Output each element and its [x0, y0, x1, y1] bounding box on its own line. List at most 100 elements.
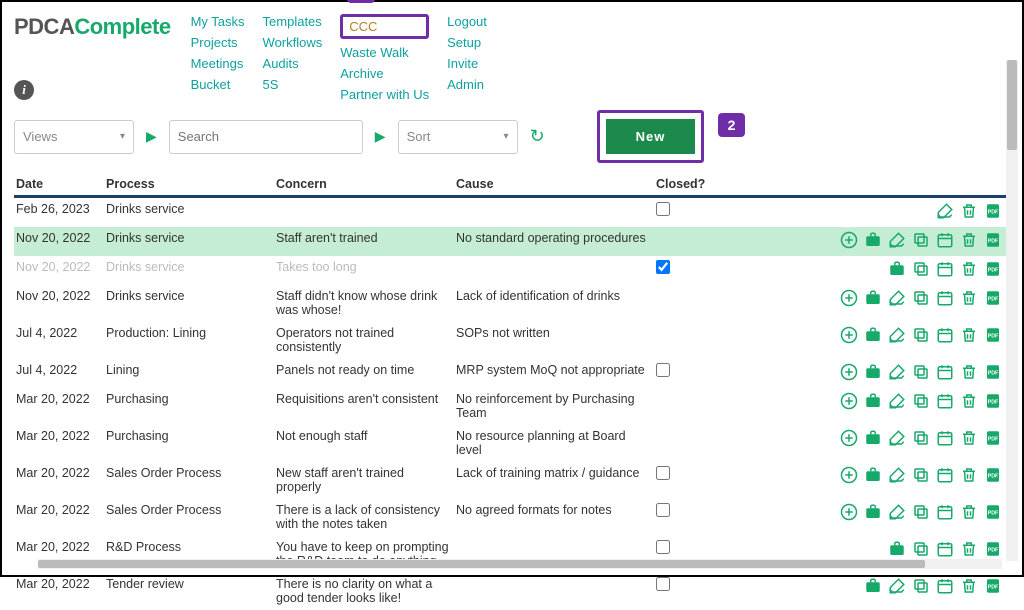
edit-icon[interactable] — [886, 466, 906, 486]
closed-checkbox[interactable] — [656, 363, 670, 377]
pdf-icon[interactable] — [982, 363, 1002, 383]
nav-ccc[interactable]: CCC 1 — [340, 14, 429, 39]
pdf-icon[interactable] — [982, 429, 1002, 449]
nav-audits[interactable]: Audits — [263, 56, 323, 71]
copy-icon[interactable] — [910, 577, 930, 597]
copy-icon[interactable] — [910, 540, 930, 560]
pdf-icon[interactable] — [982, 289, 1002, 309]
sort-select[interactable]: Sort▾ — [398, 120, 518, 154]
nav-waste-walk[interactable]: Waste Walk — [340, 45, 429, 60]
trash-icon[interactable] — [958, 466, 978, 486]
cal-icon[interactable] — [934, 326, 954, 346]
case-icon[interactable] — [862, 503, 882, 523]
nav-my-tasks[interactable]: My Tasks — [191, 14, 245, 29]
nav-bucket[interactable]: Bucket — [191, 77, 245, 92]
cal-icon[interactable] — [934, 260, 954, 280]
nav-invite[interactable]: Invite — [447, 56, 487, 71]
plus-icon[interactable] — [838, 392, 858, 412]
closed-checkbox[interactable] — [656, 503, 670, 517]
vertical-scrollbar[interactable] — [1006, 60, 1018, 561]
case-icon[interactable] — [862, 363, 882, 383]
search-input[interactable] — [169, 120, 363, 154]
info-icon[interactable]: i — [14, 80, 34, 100]
trash-icon[interactable] — [958, 540, 978, 560]
plus-icon[interactable] — [838, 363, 858, 383]
copy-icon[interactable] — [910, 503, 930, 523]
cal-icon[interactable] — [934, 466, 954, 486]
copy-icon[interactable] — [910, 289, 930, 309]
cal-icon[interactable] — [934, 289, 954, 309]
nav-5s[interactable]: 5S — [263, 77, 323, 92]
trash-icon[interactable] — [958, 503, 978, 523]
nav-meetings[interactable]: Meetings — [191, 56, 245, 71]
plus-icon[interactable] — [838, 326, 858, 346]
pdf-icon[interactable] — [982, 202, 1002, 222]
cal-icon[interactable] — [934, 429, 954, 449]
copy-icon[interactable] — [910, 231, 930, 251]
copy-icon[interactable] — [910, 363, 930, 383]
plus-icon[interactable] — [838, 231, 858, 251]
case-icon[interactable] — [862, 326, 882, 346]
closed-checkbox[interactable] — [656, 260, 670, 274]
pdf-icon[interactable] — [982, 326, 1002, 346]
pdf-icon[interactable] — [982, 260, 1002, 280]
case-icon[interactable] — [862, 289, 882, 309]
nav-setup[interactable]: Setup — [447, 35, 487, 50]
pdf-icon[interactable] — [982, 503, 1002, 523]
play-icon[interactable]: ▶ — [146, 128, 157, 145]
closed-checkbox[interactable] — [656, 577, 670, 591]
edit-icon[interactable] — [886, 289, 906, 309]
header-process[interactable]: Process — [104, 173, 274, 197]
header-concern[interactable]: Concern — [274, 173, 454, 197]
case-icon[interactable] — [862, 429, 882, 449]
edit-icon[interactable] — [886, 392, 906, 412]
copy-icon[interactable] — [910, 466, 930, 486]
nav-admin[interactable]: Admin — [447, 77, 487, 92]
nav-templates[interactable]: Templates — [263, 14, 323, 29]
trash-icon[interactable] — [958, 260, 978, 280]
refresh-icon[interactable]: ↻ — [530, 126, 545, 147]
closed-checkbox[interactable] — [656, 202, 670, 216]
cal-icon[interactable] — [934, 392, 954, 412]
header-closed[interactable]: Closed? — [654, 173, 707, 197]
cal-icon[interactable] — [934, 231, 954, 251]
copy-icon[interactable] — [910, 260, 930, 280]
case-icon[interactable] — [862, 577, 882, 597]
closed-checkbox[interactable] — [656, 466, 670, 480]
horizontal-scrollbar[interactable] — [38, 559, 1002, 569]
trash-icon[interactable] — [958, 202, 978, 222]
new-button[interactable]: New — [606, 119, 696, 154]
edit-icon[interactable] — [934, 202, 954, 222]
header-cause[interactable]: Cause — [454, 173, 654, 197]
trash-icon[interactable] — [958, 392, 978, 412]
closed-checkbox[interactable] — [656, 540, 670, 554]
nav-logout[interactable]: Logout — [447, 14, 487, 29]
case-icon[interactable] — [862, 231, 882, 251]
plus-icon[interactable] — [838, 289, 858, 309]
pdf-icon[interactable] — [982, 392, 1002, 412]
plus-icon[interactable] — [838, 466, 858, 486]
copy-icon[interactable] — [910, 429, 930, 449]
trash-icon[interactable] — [958, 289, 978, 309]
plus-icon[interactable] — [838, 503, 858, 523]
trash-icon[interactable] — [958, 363, 978, 383]
pdf-icon[interactable] — [982, 231, 1002, 251]
copy-icon[interactable] — [910, 392, 930, 412]
edit-icon[interactable] — [886, 231, 906, 251]
edit-icon[interactable] — [886, 429, 906, 449]
plus-icon[interactable] — [838, 429, 858, 449]
pdf-icon[interactable] — [982, 540, 1002, 560]
cal-icon[interactable] — [934, 540, 954, 560]
copy-icon[interactable] — [910, 326, 930, 346]
case-icon[interactable] — [886, 540, 906, 560]
trash-icon[interactable] — [958, 326, 978, 346]
nav-projects[interactable]: Projects — [191, 35, 245, 50]
pdf-icon[interactable] — [982, 466, 1002, 486]
edit-icon[interactable] — [886, 503, 906, 523]
trash-icon[interactable] — [958, 429, 978, 449]
nav-archive[interactable]: Archive — [340, 66, 429, 81]
case-icon[interactable] — [862, 466, 882, 486]
edit-icon[interactable] — [886, 363, 906, 383]
header-date[interactable]: Date — [14, 173, 104, 197]
pdf-icon[interactable] — [982, 577, 1002, 597]
